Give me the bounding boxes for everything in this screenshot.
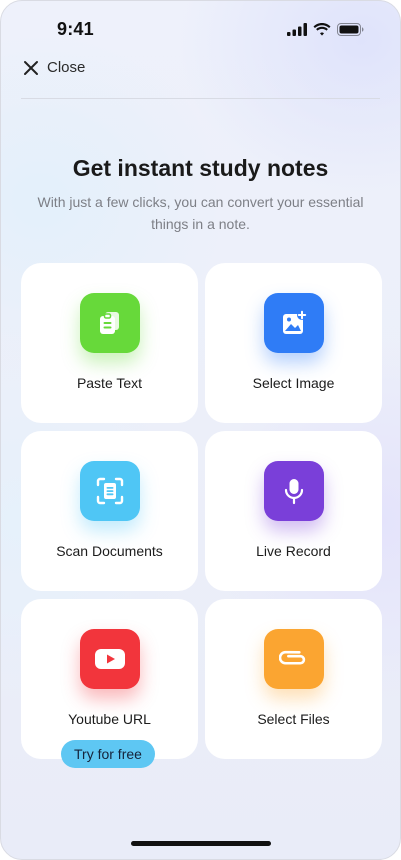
live-record-card[interactable]: Live Record (205, 431, 382, 591)
youtube-url-label: Youtube URL (68, 711, 151, 727)
scan-document-icon (96, 477, 123, 505)
scan-documents-tile (79, 461, 140, 521)
live-record-label: Live Record (256, 543, 331, 559)
status-bar: 9:41 (1, 1, 400, 57)
live-record-tile (263, 461, 324, 521)
wifi-icon (313, 23, 331, 36)
close-label: Close (47, 59, 86, 76)
header-divider (21, 98, 380, 99)
page-subtitle: With just a few clicks, you can convert … (37, 194, 364, 232)
add-image-icon (282, 310, 307, 334)
app-screen: 9:41 Close Get instant study notes With … (0, 0, 401, 860)
select-image-tile (263, 293, 324, 353)
select-image-card[interactable]: Select Image (205, 263, 382, 423)
microphone-icon (284, 479, 303, 505)
paste-text-label: Paste Text (76, 375, 143, 391)
status-icons (287, 23, 364, 36)
close-icon (24, 60, 38, 75)
battery-icon (337, 23, 364, 36)
scan-documents-label: Scan Documents (56, 543, 163, 559)
youtube-icon (94, 649, 125, 669)
try-for-free-badge[interactable]: Try for free (61, 740, 155, 768)
youtube-url-tile (79, 629, 140, 689)
scan-documents-card[interactable]: Scan Documents (21, 431, 198, 591)
status-time: 9:41 (57, 19, 94, 39)
paste-text-tile (79, 293, 140, 353)
paste-text-card[interactable]: Paste Text (21, 263, 198, 423)
paperclip-icon (278, 650, 305, 665)
close-button[interactable]: Close (23, 59, 85, 76)
select-files-label: Select Files (257, 711, 330, 727)
select-files-card[interactable]: Select Files (205, 599, 382, 759)
page-title: Get instant study notes (72, 155, 329, 181)
youtube-url-card[interactable]: Youtube URL Try for free (21, 599, 198, 768)
paste-icon (99, 312, 119, 334)
select-files-tile (263, 629, 324, 689)
home-indicator (131, 841, 271, 846)
options-grid: Paste Text Select Image Scan Documents L… (21, 263, 382, 768)
cellular-signal-icon (287, 23, 307, 36)
select-image-label: Select Image (252, 375, 335, 391)
